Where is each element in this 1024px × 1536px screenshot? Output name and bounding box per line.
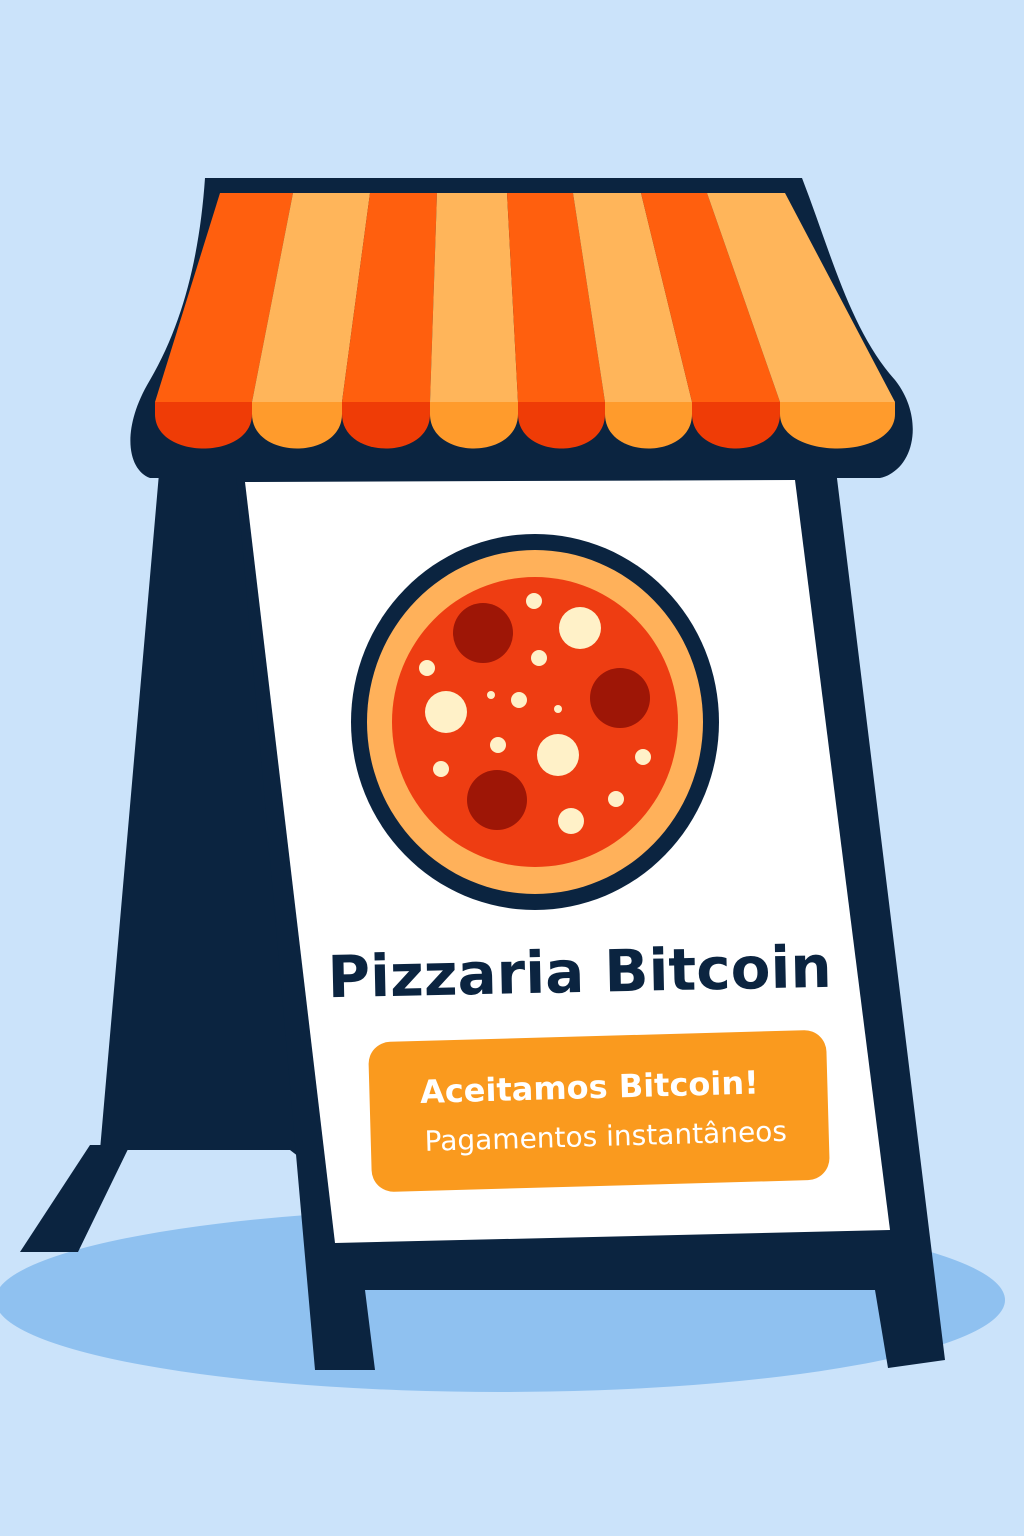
cheese-dot	[554, 705, 562, 713]
pepperoni	[467, 770, 527, 830]
cheese-dot	[490, 737, 506, 753]
cheese-dot	[487, 691, 495, 699]
sandwich-board-sign-scene: Pizzaria Bitcoin Aceitamos Bitcoin! Paga…	[0, 0, 1024, 1536]
cheese-dot	[433, 761, 449, 777]
striped-awning	[155, 193, 895, 449]
cheese-dot	[531, 650, 547, 666]
pepperoni	[590, 668, 650, 728]
cheese-dot	[511, 692, 527, 708]
cheese-dot	[608, 791, 624, 807]
cheese-dot	[558, 808, 584, 834]
cheese-dot	[526, 593, 542, 609]
pepperoni	[453, 603, 513, 663]
awning-stripe	[430, 193, 518, 402]
cheese-dot	[559, 607, 601, 649]
payment-badge: Aceitamos Bitcoin! Pagamentos instantâne…	[368, 1030, 830, 1192]
sign-title: Pizzaria Bitcoin	[327, 933, 832, 1012]
cheese-dot	[537, 734, 579, 776]
cheese-dot	[635, 749, 651, 765]
pizza-icon	[351, 534, 719, 910]
cheese-dot	[425, 691, 467, 733]
cheese-dot	[419, 660, 435, 676]
